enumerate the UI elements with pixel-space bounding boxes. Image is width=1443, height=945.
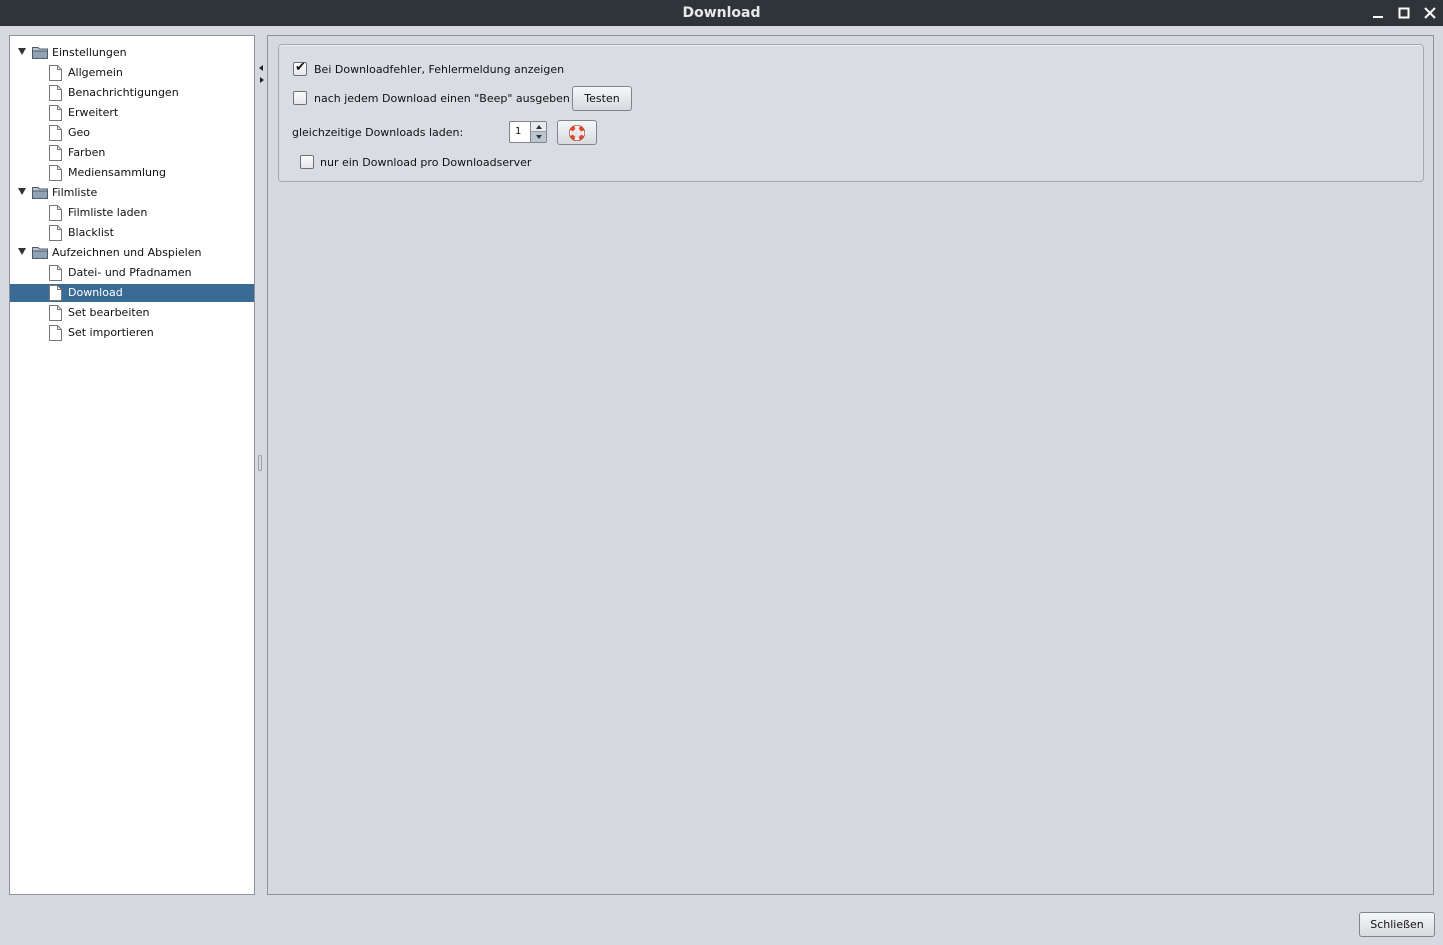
folder-icon — [32, 187, 48, 199]
beep-checkbox[interactable] — [293, 91, 307, 105]
document-icon — [49, 325, 62, 341]
tree-item-filmliste-laden[interactable]: Filmliste laden — [10, 204, 254, 222]
tree-item-filmliste[interactable]: Filmliste — [10, 184, 254, 202]
tree-item-label: Farben — [68, 146, 106, 159]
collapse-right-icon[interactable] — [260, 77, 264, 83]
tree-item-label: Allgemein — [68, 66, 123, 79]
tree-item-label: Aufzeichnen und Abspielen — [52, 246, 202, 259]
document-icon — [49, 85, 62, 101]
checkmark-icon: ✔ — [295, 60, 306, 75]
spinner-up-button[interactable] — [531, 122, 546, 132]
reset-button[interactable] — [557, 120, 597, 145]
tree-item-erweitert[interactable]: Erweitert — [10, 104, 254, 122]
tree-item-label: Set importieren — [68, 326, 154, 339]
document-icon — [49, 265, 62, 281]
splitter-grip-icon[interactable] — [258, 455, 262, 471]
concurrent-downloads-value[interactable]: 1 — [515, 126, 521, 137]
tree-item-set-importieren[interactable]: Set importieren — [10, 324, 254, 342]
tree-item-benachrichtigungen[interactable]: Benachrichtigungen — [10, 84, 254, 102]
maximize-button[interactable] — [1395, 4, 1413, 22]
tree-item-geo[interactable]: Geo — [10, 124, 254, 142]
tree-item-blacklist[interactable]: Blacklist — [10, 224, 254, 242]
tree-item-label: Geo — [68, 126, 91, 139]
expand-arrow-icon[interactable] — [18, 188, 26, 195]
chevron-down-icon — [535, 135, 542, 139]
download-settings-panel: ✔ Bei Downloadfehler, Fehlermeldung anze… — [267, 35, 1434, 895]
lifebuoy-icon — [569, 124, 585, 141]
tree-item-allgemein[interactable]: Allgemein — [10, 64, 254, 82]
document-icon — [49, 145, 62, 161]
close-button[interactable]: Schließen — [1359, 912, 1435, 937]
maximize-icon — [1398, 7, 1410, 19]
tree-item-label: Filmliste — [52, 186, 98, 199]
chevron-up-icon — [535, 124, 542, 129]
beep-label: nach jedem Download einen "Beep" ausgebe… — [314, 92, 570, 105]
minimize-icon — [1373, 16, 1383, 18]
window-title: Download — [682, 5, 761, 21]
folder-icon — [32, 247, 48, 259]
settings-tree[interactable]: Einstellungen Allgemein Benachrichtigungen… — [9, 35, 255, 895]
document-icon — [49, 165, 62, 181]
show-error-checkbox[interactable]: ✔ — [293, 60, 307, 76]
document-icon — [49, 105, 62, 121]
minimize-button[interactable] — [1369, 4, 1387, 22]
document-icon — [49, 125, 62, 141]
tree-item-label: Blacklist — [68, 226, 114, 239]
title-bar: Download — [0, 0, 1443, 26]
tree-item-label: Mediensammlung — [68, 166, 166, 179]
expand-arrow-icon[interactable] — [18, 48, 26, 55]
document-icon — [49, 225, 62, 241]
close-window-button[interactable] — [1421, 4, 1439, 22]
spinner-down-button[interactable] — [531, 132, 546, 142]
concurrent-downloads-spinner[interactable]: 1 — [509, 121, 547, 143]
tree-item-label: Filmliste laden — [68, 206, 148, 219]
tree-item-datei-und-pfadnamen[interactable]: Datei- und Pfadnamen — [10, 264, 254, 282]
document-icon — [49, 285, 62, 301]
download-options-group: ✔ Bei Downloadfehler, Fehlermeldung anze… — [278, 44, 1424, 182]
tree-item-aufzeichnen-und-abspielen[interactable]: Aufzeichnen und Abspielen — [10, 244, 254, 262]
collapse-left-icon[interactable] — [259, 65, 263, 71]
tree-item-label: Erweitert — [68, 106, 119, 119]
tree-item-label: Datei- und Pfadnamen — [68, 266, 192, 279]
tree-item-einstellungen[interactable]: Einstellungen — [10, 44, 254, 62]
document-icon — [49, 205, 62, 221]
show-error-label: Bei Downloadfehler, Fehlermeldung anzeig… — [314, 63, 565, 76]
tree-item-label: Download — [68, 286, 123, 299]
one-per-server-label: nur ein Download pro Downloadserver — [320, 156, 532, 169]
concurrent-downloads-label: gleichzeitige Downloads laden: — [292, 126, 464, 139]
document-icon — [49, 65, 62, 81]
expand-arrow-icon[interactable] — [18, 248, 26, 255]
tree-item-download[interactable]: Download — [10, 284, 254, 302]
close-icon — [1424, 7, 1436, 19]
one-per-server-checkbox[interactable] — [300, 155, 314, 169]
test-beep-button[interactable]: Testen — [572, 86, 632, 111]
tree-item-label: Benachrichtigungen — [68, 86, 179, 99]
tree-item-mediensammlung[interactable]: Mediensammlung — [10, 164, 254, 182]
document-icon — [49, 305, 62, 321]
spinner-arrows — [530, 122, 546, 142]
folder-icon — [32, 47, 48, 59]
tree-item-label: Einstellungen — [52, 46, 127, 59]
tree-item-label: Set bearbeiten — [68, 306, 150, 319]
splitter[interactable] — [256, 35, 265, 895]
tree-item-farben[interactable]: Farben — [10, 144, 254, 162]
tree-item-set-bearbeiten[interactable]: Set bearbeiten — [10, 304, 254, 322]
